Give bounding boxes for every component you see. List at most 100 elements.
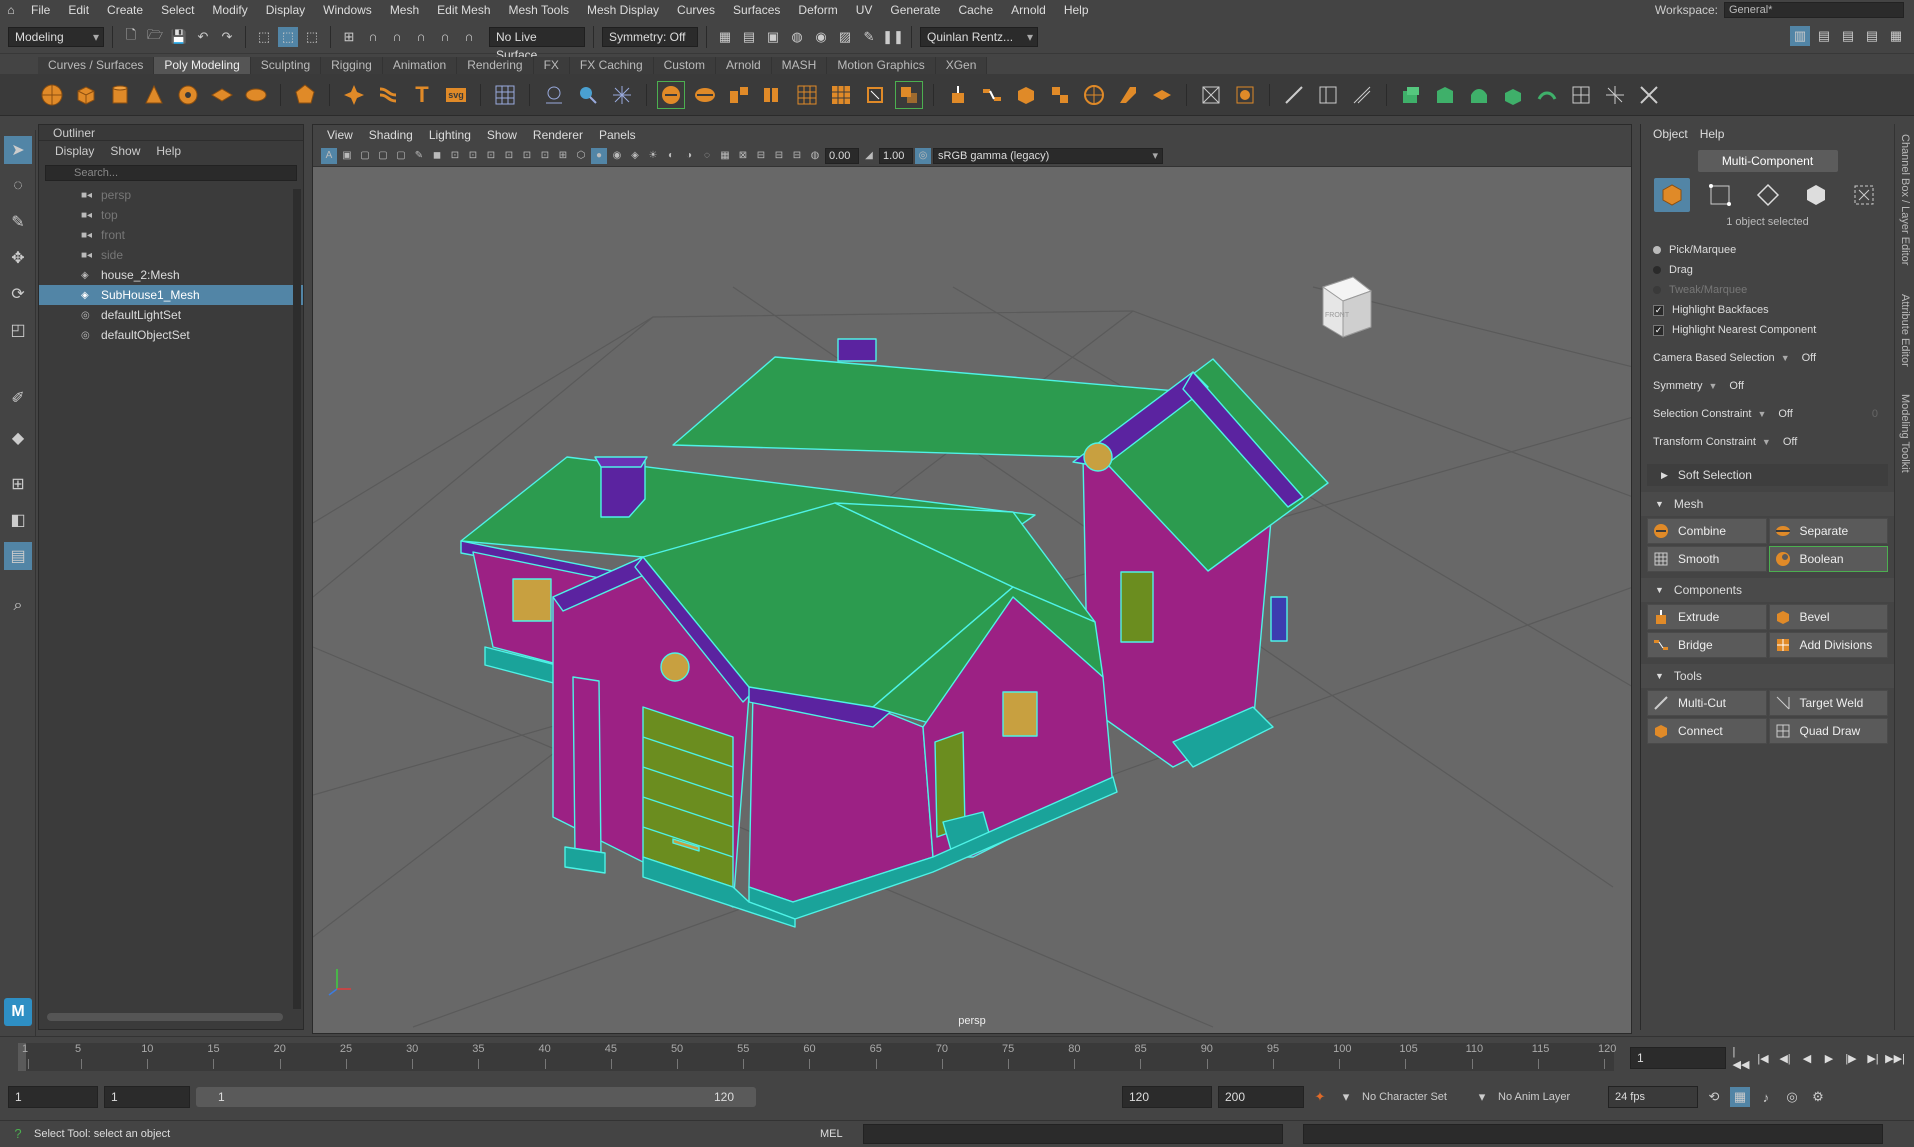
selection-constraint-row[interactable]: Selection Constraint ▼ Off 0	[1641, 400, 1894, 428]
multi-component-button[interactable]: Multi-Component	[1697, 150, 1838, 172]
add-divisions-button[interactable]: Add Divisions	[1768, 632, 1888, 658]
go-to-end-icon[interactable]: ▶▶|	[1885, 1050, 1905, 1066]
side-tab-channel-box[interactable]: Channel Box / Layer Editor	[1899, 134, 1911, 265]
planar-mapping-icon[interactable]	[574, 81, 602, 109]
time-slider-track[interactable]: 1 5 10 15 20 25 30 35 40 45 50 55 60 65 70 75 80 85 90 95 10…	[18, 1043, 1616, 1071]
camera-attributes-icon[interactable]: ▣	[339, 148, 355, 164]
wireframe-icon[interactable]: ⬡	[573, 148, 589, 164]
color-space-dropdown[interactable]: sRGB gamma (legacy) ▾	[933, 147, 1163, 164]
shelf-tab-xgen[interactable]: XGen	[935, 57, 988, 74]
shelf-tab-custom[interactable]: Custom	[653, 57, 716, 74]
select-component-icon[interactable]: ⬚	[302, 27, 322, 47]
viewport-panel[interactable]: View Shading Lighting Show Renderer Pane…	[312, 124, 1632, 1034]
vertex-mode-icon[interactable]	[1702, 178, 1738, 212]
character-set-dropdown[interactable]: No Character Set	[1362, 1091, 1466, 1103]
outliner-item-default-light-set[interactable]: ◎ defaultLightSet	[39, 305, 303, 325]
merge-icon[interactable]	[1148, 81, 1176, 109]
time-slider[interactable]: 1 5 10 15 20 25 30 35 40 45 50 55 60 65 70 75 80 85 90 95 10…	[0, 1036, 1914, 1074]
xray-joints-icon[interactable]: ⊟	[771, 148, 787, 164]
bevel-button[interactable]: Bevel	[1768, 604, 1888, 630]
live-surface-field[interactable]: No Live Surface	[489, 26, 585, 62]
side-tab-attribute-editor[interactable]: Attribute Editor	[1899, 294, 1911, 367]
highlight-backfaces-checkbox[interactable]: ✓ Highlight Backfaces	[1641, 300, 1894, 320]
camera-based-selection-row[interactable]: Camera Based Selection ▼ Off	[1641, 344, 1894, 372]
snap-point-icon[interactable]: ∩	[387, 27, 407, 47]
outliner-vertical-scrollbar[interactable]	[293, 189, 301, 1009]
shelf-tab-motion-graphics[interactable]: Motion Graphics	[827, 57, 936, 74]
shelf-tab-fx[interactable]: FX	[533, 57, 570, 74]
menu-generate[interactable]: Generate	[881, 0, 949, 20]
connect-button[interactable]: Connect	[1647, 718, 1767, 744]
attribute-editor-toggle-icon[interactable]: ▤	[1814, 26, 1834, 46]
rotate-tool-icon[interactable]: ⟳	[4, 280, 32, 308]
poly-disc-icon[interactable]	[242, 81, 270, 109]
film-gate-icon[interactable]: ⊡	[447, 148, 463, 164]
slide-edge-icon[interactable]	[1499, 81, 1527, 109]
current-frame-field[interactable]: 1	[1630, 1047, 1726, 1069]
connect-icon[interactable]	[1601, 81, 1629, 109]
save-scene-icon[interactable]: 💾	[169, 27, 189, 47]
wedge-icon[interactable]	[1080, 81, 1108, 109]
super-shape-icon[interactable]	[340, 81, 368, 109]
tool-settings-toggle-icon[interactable]: ▤	[1838, 26, 1858, 46]
isolate-select-icon[interactable]: ⊠	[735, 148, 751, 164]
sound-icon[interactable]: ♪	[1756, 1087, 1776, 1107]
paint-select-icon[interactable]	[1397, 81, 1425, 109]
type-icon[interactable]: T	[408, 81, 436, 109]
extrude-button[interactable]: Extrude	[1647, 604, 1767, 630]
edge-mode-icon[interactable]	[1750, 178, 1786, 212]
highlight-nearest-checkbox[interactable]: ✓ Highlight Nearest Component	[1641, 320, 1894, 340]
outliner-item-persp[interactable]: ■◂ persp	[39, 185, 303, 205]
range-slider-bar[interactable]: 1 120	[196, 1087, 756, 1107]
scale-tool-icon[interactable]: ◰	[4, 316, 32, 344]
mtk-menu-help[interactable]: Help	[1694, 127, 1731, 141]
reduce-icon[interactable]	[793, 81, 821, 109]
menu-file[interactable]: File	[22, 0, 59, 20]
user-account[interactable]: Quinlan Rentz... ▾	[920, 26, 1038, 47]
cache-icon[interactable]: ◎	[1782, 1087, 1802, 1107]
render-settings-icon[interactable]: ◍	[787, 27, 807, 47]
bridge-icon[interactable]	[978, 81, 1006, 109]
boolean-button[interactable]: Boolean	[1768, 546, 1888, 572]
snap-curve-icon[interactable]: ∩	[363, 27, 383, 47]
uv-mode-icon[interactable]	[1846, 178, 1882, 212]
scene-3d-view[interactable]: FRONT	[313, 167, 1632, 1033]
mirror-icon[interactable]	[725, 81, 753, 109]
command-input[interactable]	[862, 1124, 1283, 1144]
xray-components-icon[interactable]: ⊟	[789, 148, 805, 164]
menu-create[interactable]: Create	[98, 0, 152, 20]
select-object-icon[interactable]: ⬚	[278, 26, 298, 47]
shadows-icon[interactable]: ◐	[663, 148, 679, 164]
menu-edit-mesh[interactable]: Edit Mesh	[428, 0, 499, 20]
exposure-icon[interactable]: ◍	[807, 148, 823, 164]
grease-pencil-icon[interactable]: ✎	[411, 148, 427, 164]
wireframe-on-shaded-icon[interactable]: ◉	[609, 148, 625, 164]
viewport-menu-renderer[interactable]: Renderer	[525, 128, 591, 142]
menu-help[interactable]: Help	[1055, 0, 1098, 20]
outliner-item-top[interactable]: ■◂ top	[39, 205, 303, 225]
menu-curves[interactable]: Curves	[668, 0, 724, 20]
last-tool-icon[interactable]: ✐	[4, 384, 32, 412]
sweep-mesh-icon[interactable]	[374, 81, 402, 109]
shelf-tab-rendering[interactable]: Rendering	[457, 57, 534, 74]
animation-start-field[interactable]: 1	[8, 1086, 98, 1108]
safe-title-icon[interactable]: ⊡	[537, 148, 553, 164]
circularize-icon[interactable]	[1231, 81, 1259, 109]
playback-start-field[interactable]: 1	[104, 1086, 190, 1108]
exposure-field[interactable]: 0.00	[825, 147, 859, 164]
2d-pan-zoom-icon[interactable]: ▢	[393, 148, 409, 164]
sculpt-icon[interactable]	[1431, 81, 1459, 109]
select-hierarchy-icon[interactable]: ⬚	[254, 27, 274, 47]
poly-plane-icon[interactable]	[208, 81, 236, 109]
view-cube[interactable]: FRONT	[1321, 276, 1373, 338]
hypershade-icon[interactable]: ◉	[811, 27, 831, 47]
svg-icon[interactable]: svg	[442, 81, 470, 109]
textured-icon[interactable]: ◈	[627, 148, 643, 164]
play-forwards-icon[interactable]: ▶	[1822, 1050, 1836, 1066]
boolean-icon[interactable]	[895, 80, 923, 109]
outliner-item-front[interactable]: ■◂ front	[39, 225, 303, 245]
poly-torus-icon[interactable]	[174, 81, 202, 109]
outliner-menu-help[interactable]: Help	[148, 144, 189, 158]
collapse-icon[interactable]	[1197, 81, 1225, 109]
outliner-search-input[interactable]: Search...	[45, 165, 297, 181]
